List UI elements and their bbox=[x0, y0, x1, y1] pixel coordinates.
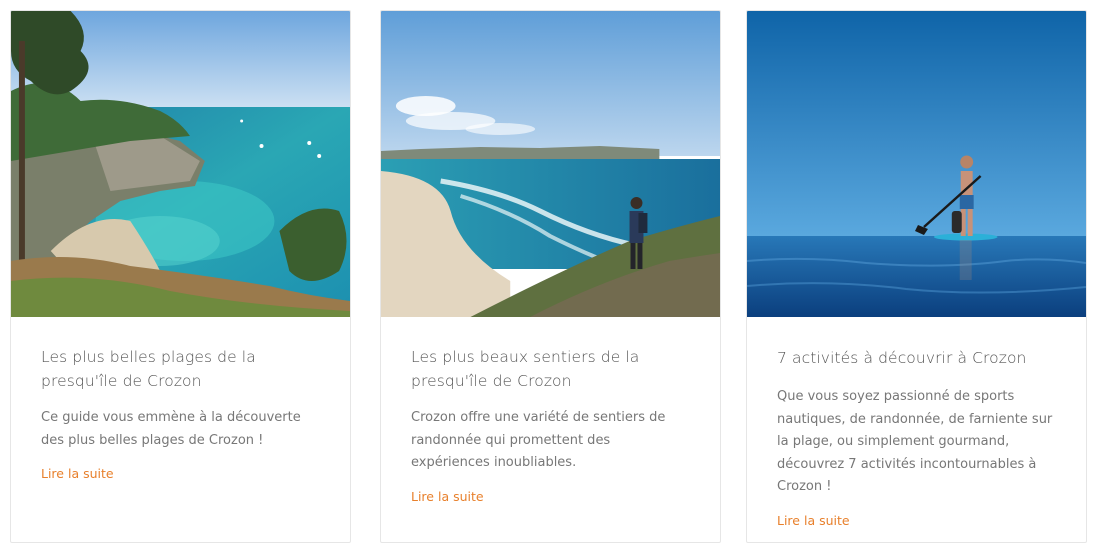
card-body: 7 activités à découvrir à Crozon Que vou… bbox=[747, 317, 1086, 530]
article-excerpt: Ce guide vous emmène à la découverte des… bbox=[41, 410, 301, 448]
article-excerpt: Que vous soyez passionné de sports nauti… bbox=[777, 389, 1053, 494]
beach-cove-photo[interactable] bbox=[11, 11, 350, 317]
article-card-activities[interactable]: 7 activités à découvrir à Crozon Que vou… bbox=[746, 10, 1087, 543]
card-body: Les plus beaux sentiers de la presqu'île… bbox=[381, 317, 720, 506]
card-body: Les plus belles plages de la presqu'île … bbox=[11, 317, 350, 483]
coastal-trail-photo[interactable] bbox=[381, 11, 720, 317]
article-title[interactable]: Les plus belles plages de la presqu'île … bbox=[41, 345, 320, 393]
article-card-trails[interactable]: Les plus beaux sentiers de la presqu'île… bbox=[380, 10, 721, 543]
read-more-link[interactable]: Lire la suite bbox=[777, 513, 850, 528]
article-card-beaches[interactable]: Les plus belles plages de la presqu'île … bbox=[10, 10, 351, 543]
read-more-link[interactable]: Lire la suite bbox=[41, 466, 114, 481]
article-title[interactable]: 7 activités à découvrir à Crozon bbox=[777, 346, 1056, 370]
read-more-link[interactable]: Lire la suite bbox=[411, 489, 484, 504]
article-excerpt: Crozon offre une variété de sentiers de … bbox=[411, 410, 666, 470]
article-title[interactable]: Les plus beaux sentiers de la presqu'île… bbox=[411, 345, 690, 393]
paddleboard-photo[interactable] bbox=[747, 11, 1086, 317]
